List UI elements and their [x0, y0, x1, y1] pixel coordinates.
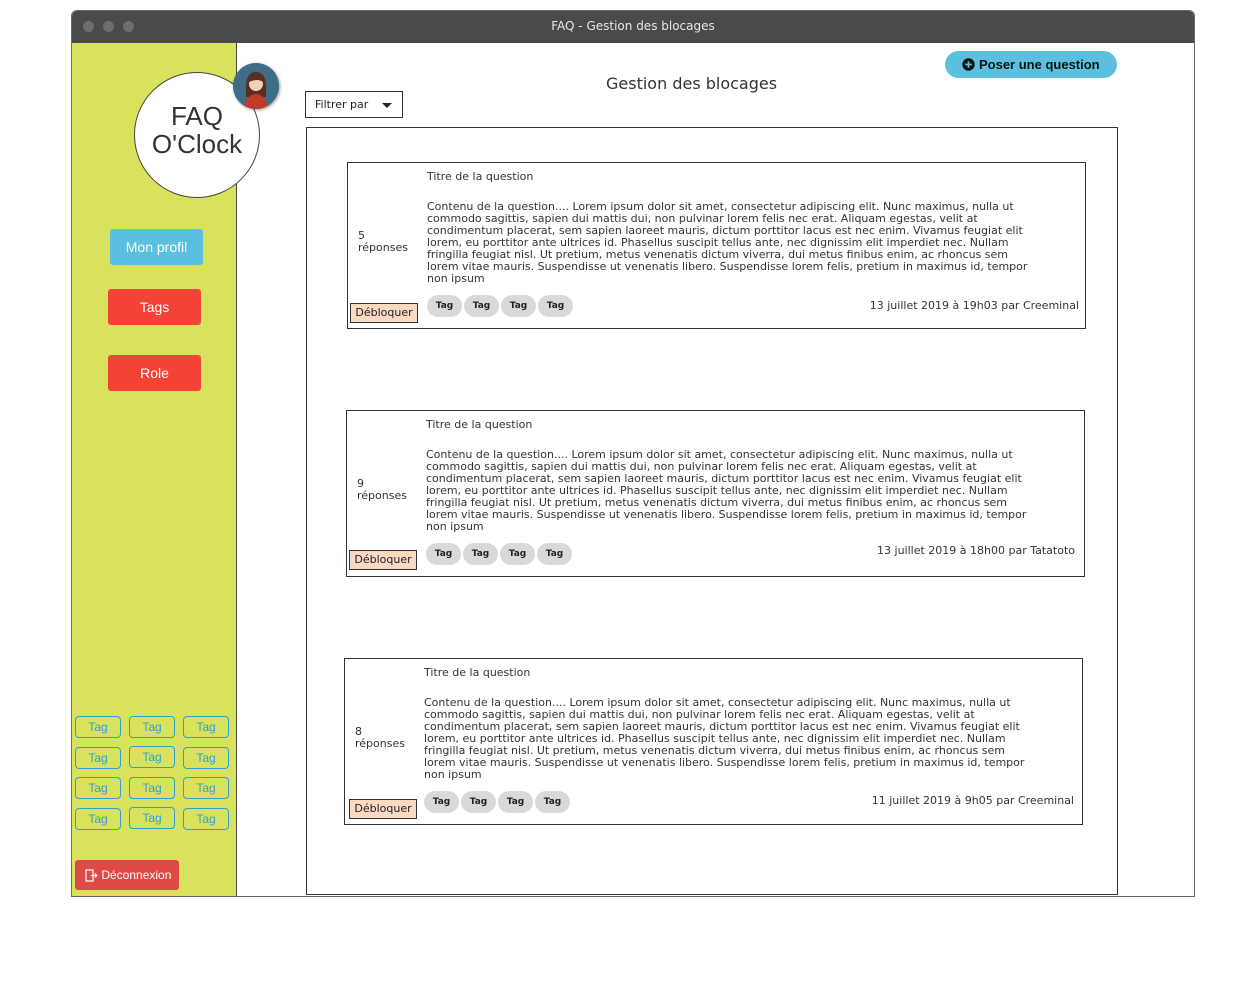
- ask-question-button[interactable]: Poser une question: [945, 51, 1117, 78]
- question-tags: Tag Tag Tag Tag: [424, 789, 572, 813]
- answer-count-word: réponses: [357, 489, 407, 502]
- question-tag[interactable]: Tag: [464, 295, 499, 317]
- filter-dropdown[interactable]: Filtrer par: [305, 91, 403, 118]
- answer-count-word: réponses: [355, 737, 405, 750]
- sidebar-tag[interactable]: Tag: [129, 807, 175, 829]
- question-tag[interactable]: Tag: [501, 295, 536, 317]
- sidebar-tag[interactable]: Tag: [183, 716, 229, 738]
- filter-label: Filtrer par: [315, 98, 369, 111]
- question-title[interactable]: Titre de la question: [426, 418, 532, 431]
- question-card[interactable]: 9 réponses Titre de la question Contenu …: [346, 410, 1085, 577]
- question-tag[interactable]: Tag: [537, 543, 572, 565]
- answer-count: 8 réponses: [355, 726, 405, 750]
- question-tag[interactable]: Tag: [535, 791, 570, 813]
- logo-line-1: FAQ: [170, 101, 223, 131]
- question-tag[interactable]: Tag: [424, 791, 459, 813]
- dropdown-caret-icon: [382, 103, 392, 108]
- question-tag[interactable]: Tag: [538, 295, 573, 317]
- sidebar-tag[interactable]: Tag: [75, 808, 121, 830]
- unlock-button[interactable]: Débloquer: [349, 550, 417, 570]
- ask-question-label: Poser une question: [978, 57, 1100, 72]
- sidebar-tag[interactable]: Tag: [129, 777, 175, 799]
- plus-circle-icon: [962, 58, 976, 71]
- sidebar-tag[interactable]: Tag: [183, 747, 229, 769]
- page-title: Gestion des blocages: [606, 74, 778, 93]
- sidebar-tag[interactable]: Tag: [183, 777, 229, 799]
- avatar-icon[interactable]: [233, 63, 279, 109]
- question-title[interactable]: Titre de la question: [424, 666, 530, 679]
- logout-button[interactable]: Déconnexion: [75, 860, 179, 890]
- sidebar-tag[interactable]: Tag: [129, 746, 175, 768]
- sidebar-tag[interactable]: Tag: [75, 777, 121, 799]
- profile-button[interactable]: Mon profil: [110, 229, 203, 265]
- question-tags: Tag Tag Tag Tag: [427, 293, 575, 317]
- sidebar-tag[interactable]: Tag: [75, 747, 121, 769]
- sidebar-tag[interactable]: Tag: [75, 716, 121, 738]
- sidebar-tag[interactable]: Tag: [183, 808, 229, 830]
- question-list: 5 réponses Titre de la question Contenu …: [306, 127, 1118, 895]
- question-tags: Tag Tag Tag Tag: [426, 541, 574, 565]
- logo-line-2: O'Clock: [151, 129, 243, 159]
- question-body: Contenu de la question.... Lorem ipsum d…: [424, 696, 1025, 781]
- sidebar-tag[interactable]: Tag: [129, 716, 175, 738]
- logout-icon: [85, 869, 98, 882]
- question-body: Contenu de la question.... Lorem ipsum d…: [426, 448, 1027, 533]
- role-button[interactable]: Role: [108, 355, 201, 391]
- question-title[interactable]: Titre de la question: [427, 170, 533, 183]
- question-tag[interactable]: Tag: [463, 543, 498, 565]
- question-tag[interactable]: Tag: [426, 543, 461, 565]
- unlock-button[interactable]: Débloquer: [349, 799, 417, 819]
- sidebar: FAQ O'Clock Mon profil Tags Role Tag Tag…: [72, 43, 279, 896]
- window-title: FAQ - Gestion des blocages: [551, 19, 715, 33]
- question-meta: 13 juillet 2019 à 19h03 par Creeminal: [869, 299, 1079, 312]
- question-card[interactable]: 8 réponses Titre de la question Contenu …: [344, 658, 1083, 825]
- logout-label: Déconnexion: [101, 868, 172, 882]
- question-tag[interactable]: Tag: [498, 791, 533, 813]
- question-meta: 11 juillet 2019 à 9h05 par Creeminal: [871, 794, 1074, 807]
- question-tag[interactable]: Tag: [461, 791, 496, 813]
- question-tag[interactable]: Tag: [500, 543, 535, 565]
- app-window: FAQ - Gestion des blocages FAQ O'Clock M…: [71, 10, 1195, 897]
- answer-count: 9 réponses: [357, 478, 407, 502]
- title-bar: FAQ - Gestion des blocages: [72, 11, 1194, 43]
- question-meta: 13 juillet 2019 à 18h00 par Tatatoto: [877, 544, 1075, 557]
- question-tag[interactable]: Tag: [427, 295, 462, 317]
- answer-count-word: réponses: [358, 241, 408, 254]
- unlock-button[interactable]: Débloquer: [350, 303, 418, 323]
- answer-count: 5 réponses: [358, 230, 408, 254]
- question-body: Contenu de la question.... Lorem ipsum d…: [427, 200, 1028, 285]
- tags-button[interactable]: Tags: [108, 289, 201, 325]
- question-card[interactable]: 5 réponses Titre de la question Contenu …: [347, 162, 1086, 329]
